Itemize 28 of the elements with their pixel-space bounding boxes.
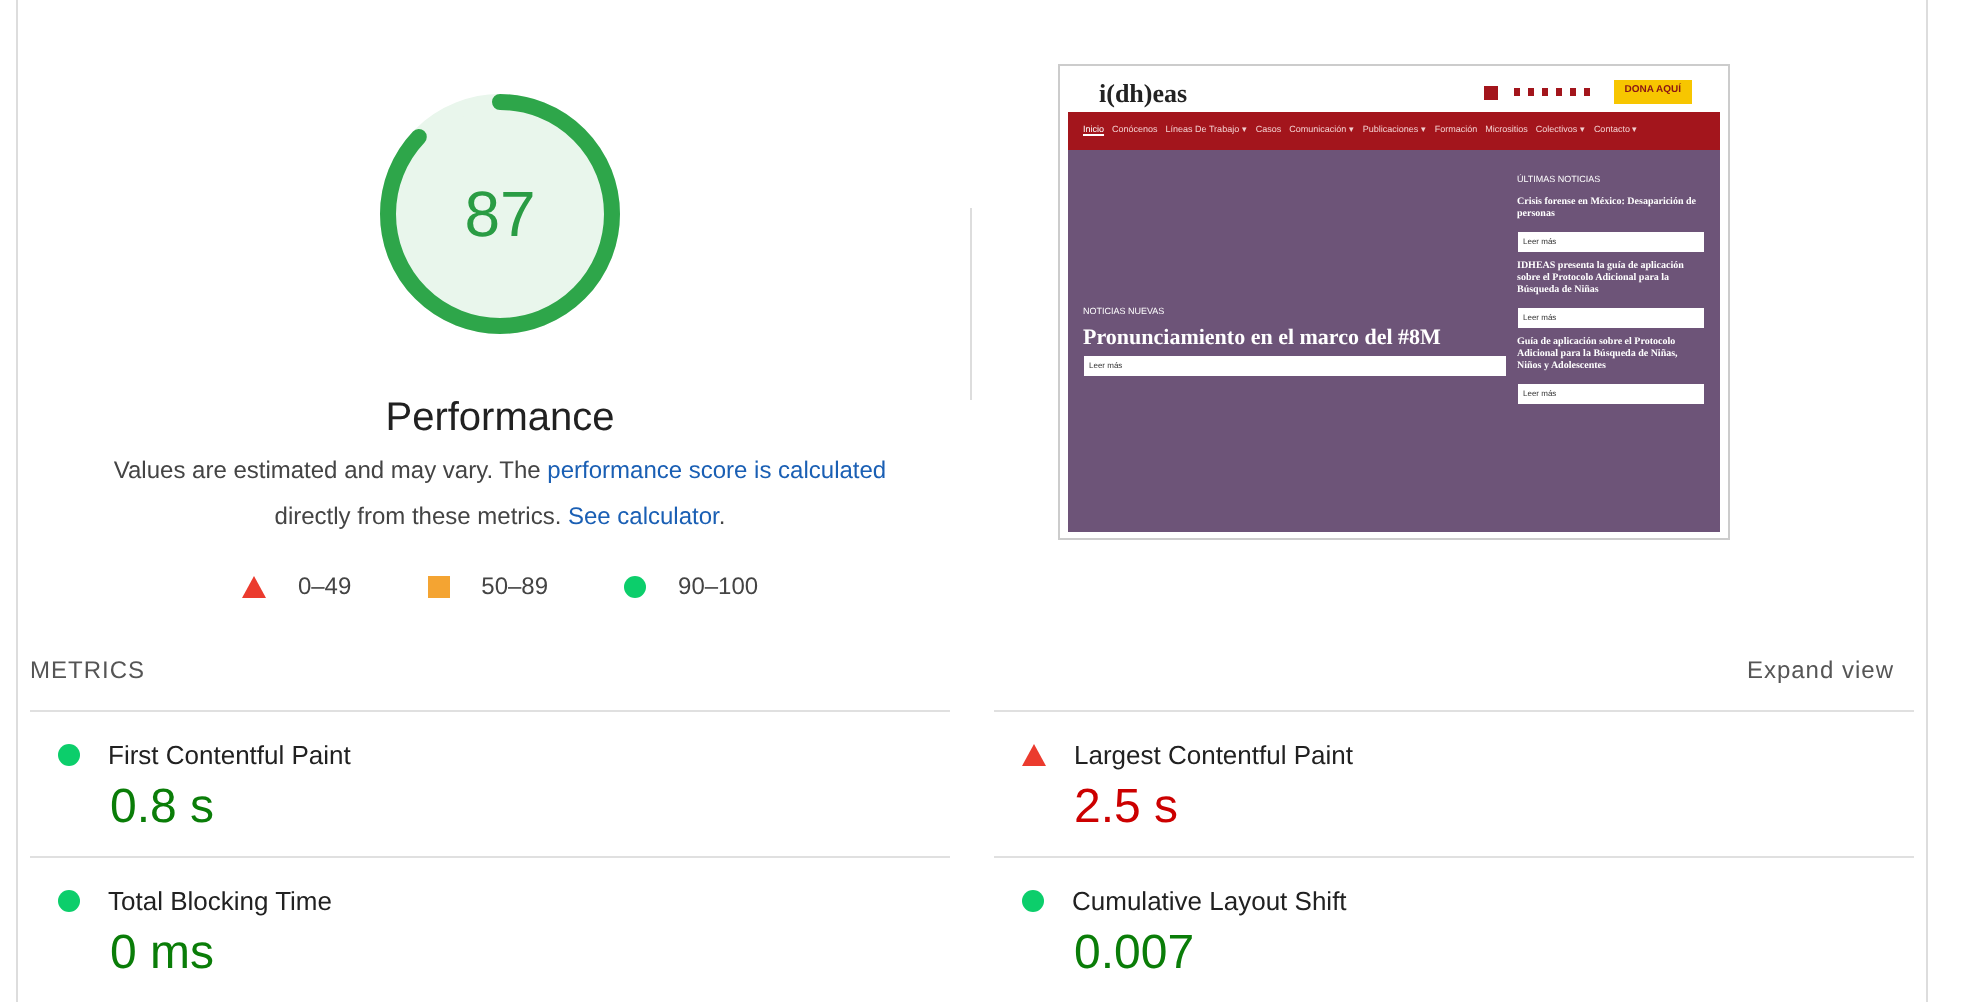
section-heading: METRICS (30, 654, 145, 688)
category-title: Performance (385, 394, 615, 444)
search-icon[interactable] (1484, 85, 1499, 99)
circle-icon (1022, 890, 1044, 913)
square-icon (427, 575, 450, 597)
triangle-icon (1022, 744, 1046, 767)
description-text: Values are estimated and may vary. The performance score is calculated directly from these metrics. See calculator. (111, 454, 889, 534)
performance-score-link[interactable]: performance score is calculated (547, 456, 887, 484)
circle-icon (58, 890, 80, 913)
metric-name: First Contentful Paint (108, 738, 351, 774)
circle-icon (58, 744, 80, 767)
metric-value: 0 ms (110, 925, 217, 983)
site-logo: i(dh)eas (1099, 79, 1188, 105)
metric-name: Total Blocking Time (108, 884, 332, 920)
circle-icon (624, 575, 647, 597)
metric-name: Largest Contentful Paint (1074, 738, 1353, 774)
metric-name: Cumulative Layout Shift (1072, 884, 1347, 920)
legend-range: 90–100 (678, 570, 759, 604)
hero-title: Pronunciamiento en el marco del #8M (1083, 325, 1443, 350)
expand-view-button[interactable]: Expand view (1746, 652, 1894, 688)
score-gauge: 87 (378, 92, 622, 336)
metric-value: 0.8 s (110, 779, 217, 837)
legend-range: 50–89 (481, 570, 549, 604)
legend-range: 0–49 (297, 570, 352, 604)
metric-value: 0.007 (1074, 925, 1197, 983)
triangle-icon (241, 575, 266, 597)
calculator-link[interactable]: See calculator (567, 502, 719, 530)
metric-value: 2.5 s (1074, 779, 1181, 837)
